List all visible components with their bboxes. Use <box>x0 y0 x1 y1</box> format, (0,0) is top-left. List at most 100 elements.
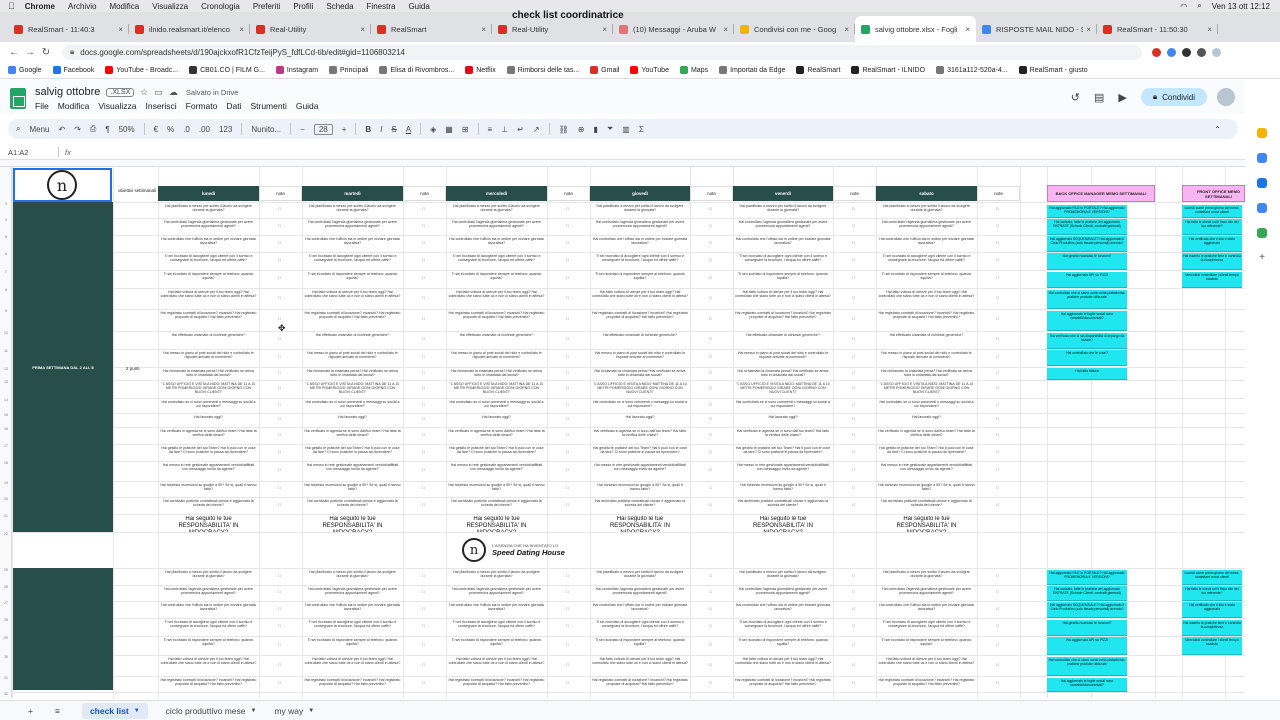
vertical-align-icon[interactable]: ⊥ <box>501 125 508 134</box>
close-icon[interactable]: × <box>239 25 244 34</box>
checkbox-cell[interactable]: ☐ <box>422 433 425 437</box>
checkbox-cell[interactable]: ☐ <box>566 468 569 472</box>
responsibility-cell[interactable]: Hai seguito le tue RESPONSABILITA' IN NI… <box>304 516 401 532</box>
task-cell[interactable]: Hai pianificato a mezzo per scritto il l… <box>448 204 545 217</box>
checkbox-cell[interactable]: ☐ <box>566 371 569 375</box>
task-cell[interactable]: Hai pianificato a mezzo per scritto il l… <box>160 570 257 584</box>
checkbox-cell[interactable]: ☐ <box>852 317 855 321</box>
task-cell[interactable]: Hai richiesto recensioni su google a 50?… <box>304 483 401 496</box>
percent-button[interactable]: % <box>167 125 174 134</box>
menu-guida[interactable]: Guida <box>408 2 429 11</box>
task-cell[interactable]: Hai registrato contratti di locazione? I… <box>448 678 545 691</box>
browser-tab[interactable]: Condivisi con me - Goog × <box>734 16 855 42</box>
back-office-memo[interactable]: Hai aggiornato FILE in PORTALE? Hai aggi… <box>1047 570 1127 585</box>
font-size-increase-icon[interactable]: + <box>342 125 347 134</box>
note-header[interactable]: note <box>547 186 590 201</box>
checkbox-cell[interactable]: ☐ <box>278 450 281 454</box>
sheet-tab-my-way[interactable]: my way ▼ <box>274 706 314 716</box>
task-cell[interactable]: Hai registrato contratti di locazione? I… <box>160 678 257 691</box>
checkbox-cell[interactable]: ☐ <box>422 371 425 375</box>
menu-formato[interactable]: Formato <box>186 101 218 111</box>
task-cell[interactable]: Hai pianificato a mezzo per scritto il l… <box>448 570 545 584</box>
row-number[interactable]: 11 <box>0 349 12 353</box>
number-format-button[interactable]: 123 <box>219 125 232 134</box>
task-cell[interactable]: Hai pianificato a mezzo per scritto il l… <box>160 204 257 217</box>
checkbox-cell[interactable]: ☐ <box>422 624 425 628</box>
task-cell[interactable]: "L'ASSO UFFICIO E VISITA A NIDO: MATTINA… <box>304 382 401 397</box>
checkbox-cell[interactable]: ☐ <box>709 317 712 321</box>
responsibility-cell[interactable]: Hai seguito le tue RESPONSABILITA' IN NI… <box>735 516 831 532</box>
checkbox-cell[interactable]: ☐ <box>996 224 999 228</box>
checkbox-cell[interactable]: ☐ <box>566 296 569 300</box>
task-cell[interactable]: Ti sei ricordato di accogliere ogni clie… <box>304 620 401 635</box>
task-cell[interactable]: Hai richiesto recensioni su google a 50?… <box>735 483 831 496</box>
name-box[interactable]: A1:A2 <box>0 148 50 157</box>
meet-icon[interactable]: ▶ <box>1118 91 1126 104</box>
checkbox-cell[interactable]: ☐ <box>566 643 569 647</box>
checkbox-cell[interactable]: ☐ <box>566 503 569 507</box>
checkbox-cell[interactable]: ☐ <box>852 386 855 390</box>
task-cell[interactable]: Ti sei ricordato di accogliere ogni clie… <box>160 620 257 635</box>
paint-format-icon[interactable]: ¶ <box>105 125 109 134</box>
note-header[interactable]: note <box>833 186 876 201</box>
task-cell[interactable]: "L'ASSO UFFICIO E VISITA A NIDO: MATTINA… <box>448 382 545 397</box>
day-header-venerdi[interactable]: venerdì <box>733 186 833 201</box>
task-cell[interactable]: Hai fatto voltura di utenze per il tuo t… <box>592 290 688 308</box>
checkbox-cell[interactable]: ☐ <box>852 574 855 578</box>
task-cell[interactable]: Hai effettuato chiamate di richieste gen… <box>448 333 545 348</box>
task-cell[interactable]: Ti sei ricordato di accogliere ogni clie… <box>448 620 545 635</box>
search-icon[interactable]: ⌕ <box>1197 1 1201 11</box>
browser-tab[interactable]: salvig ottobre.xlsx - Fogli × <box>855 16 976 42</box>
task-cell[interactable]: Ti sei ricordato di accogliere ogni clie… <box>448 254 545 269</box>
bookmark-item[interactable]: Instagram <box>275 66 318 74</box>
link-icon[interactable]: ⛓ <box>559 125 569 134</box>
checkbox-cell[interactable]: ☐ <box>566 386 569 390</box>
row-number[interactable]: 7 <box>0 270 12 274</box>
checkbox-cell[interactable]: ☐ <box>709 681 712 685</box>
task-cell[interactable]: Ti sei ricordato di rispondere sempre al… <box>592 272 688 287</box>
font-size-decrease-icon[interactable]: − <box>300 125 305 134</box>
checkbox-cell[interactable]: ☐ <box>709 417 712 421</box>
task-cell[interactable]: Hai fatto voltura di utenze per il tuo t… <box>448 657 545 675</box>
checkbox-cell[interactable]: ☐ <box>422 276 425 280</box>
task-cell[interactable]: Hai messo in piano al post social del ni… <box>304 351 401 366</box>
note-header[interactable]: note <box>403 186 446 201</box>
menu-inserisci[interactable]: Inserisci <box>145 101 176 111</box>
task-cell[interactable]: Hai effettuato chiamate di richieste gen… <box>735 333 831 348</box>
row-number[interactable]: 20 <box>0 497 12 501</box>
extension-icon[interactable] <box>1167 47 1176 57</box>
checkbox-cell[interactable]: ☐ <box>996 417 999 421</box>
task-cell[interactable]: Hai controllato l'agenda giornaliera ges… <box>592 587 688 600</box>
task-cell[interactable]: Hai gestito le pratiche del tuo Team? Ha… <box>735 446 831 460</box>
checkbox-cell[interactable]: ☐ <box>278 468 281 472</box>
task-cell[interactable]: Hai messo in piano al post social del ni… <box>878 351 975 366</box>
task-cell[interactable]: Hai registrato contratti di locazione? I… <box>304 311 401 330</box>
task-cell[interactable]: Hai richiamato la chiamata persa? Hai ve… <box>735 369 831 379</box>
checkbox-cell[interactable]: ☐ <box>852 643 855 647</box>
checkbox-cell[interactable]: ☐ <box>709 663 712 667</box>
checkbox-cell[interactable]: ☐ <box>278 403 281 407</box>
checkbox-cell[interactable]: ☐ <box>278 207 281 211</box>
checkbox-cell[interactable]: ☐ <box>278 317 281 321</box>
task-cell[interactable]: Hai controllato se ci sono commenti o me… <box>878 400 975 412</box>
checkbox-cell[interactable]: ☐ <box>422 574 425 578</box>
sheet-title[interactable]: check list coordinatrice <box>512 10 624 21</box>
task-cell[interactable]: Hai gestito le pratiche del tuo Team? Ha… <box>304 446 401 460</box>
front-office-memo[interactable]: Hai verificato che il sito e stato aggio… <box>1182 602 1242 618</box>
functions-icon[interactable]: Σ <box>639 125 644 134</box>
task-cell[interactable]: Hai controllato che l'ufficio sia in ord… <box>304 603 401 617</box>
checkbox-cell[interactable]: ☐ <box>852 207 855 211</box>
cloud-icon[interactable]: ☁ <box>169 87 178 98</box>
responsibility-cell[interactable]: Hai seguito le tue RESPONSABILITA' IN NI… <box>448 516 545 532</box>
close-icon[interactable]: × <box>602 25 607 34</box>
back-office-memo[interactable]: Hai caricato, fatte le pratiche del aggi… <box>1047 586 1127 601</box>
checkbox-cell[interactable]: ☐ <box>709 503 712 507</box>
task-cell[interactable]: Hai richiamato la chiamata persa? Hai ve… <box>592 369 688 379</box>
task-cell[interactable]: Hai pianificato a mezzo per scritto il l… <box>878 204 975 217</box>
task-cell[interactable]: Hai richiesto recensioni su google a 50?… <box>878 483 975 496</box>
responsibility-cell[interactable]: Hai seguito le tue RESPONSABILITA' IN NI… <box>592 516 688 532</box>
task-cell[interactable]: Ti sei ricordato di rispondere sempre al… <box>160 638 257 654</box>
checkbox-cell[interactable]: ☐ <box>852 403 855 407</box>
task-cell[interactable]: Hai controllato l'agenda giornaliera ges… <box>735 587 831 600</box>
checkbox-cell[interactable]: ☐ <box>278 276 281 280</box>
